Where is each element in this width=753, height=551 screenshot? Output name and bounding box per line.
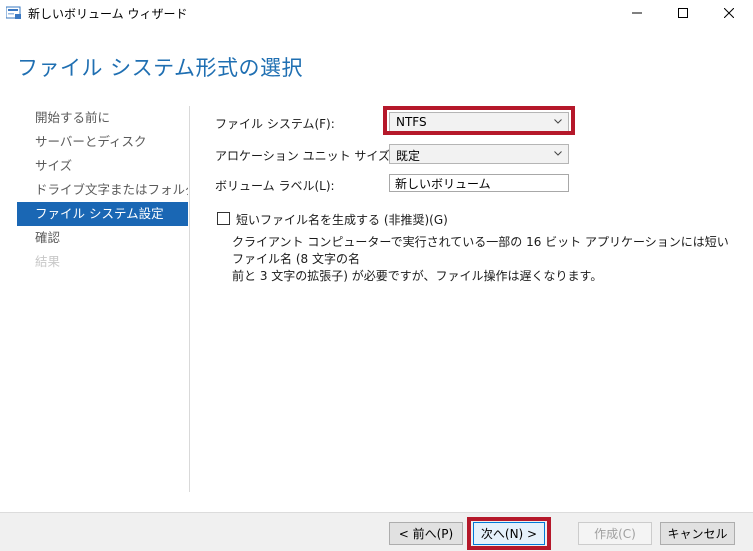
short-file-names-description: クライアント コンピューターで実行されている一部の 16 ビット アプリケーショ…	[232, 234, 732, 285]
title-bar: 新しいボリューム ウィザード	[0, 0, 753, 26]
maximize-button[interactable]	[660, 0, 706, 26]
allocation-unit-dropdown[interactable]: 既定	[389, 144, 569, 164]
wizard-steps-nav: 開始する前に サーバーとディスク サイズ ドライブ文字またはフォルダー ファイル…	[17, 106, 188, 274]
volume-label-label: ボリューム ラベル(L):	[215, 179, 335, 193]
back-button[interactable]: < 前へ(P)	[389, 522, 463, 545]
file-system-highlight	[383, 106, 575, 135]
step-server-and-disk[interactable]: サーバーとディスク	[17, 130, 188, 154]
minimize-button[interactable]	[614, 0, 660, 26]
maximize-icon	[678, 8, 688, 18]
description-line-1: クライアント コンピューターで実行されている一部の 16 ビット アプリケーショ…	[232, 235, 729, 266]
step-confirmation[interactable]: 確認	[17, 226, 188, 250]
wizard-app-icon	[6, 6, 21, 19]
short-file-names-checkbox[interactable]	[217, 212, 230, 225]
cancel-button[interactable]: キャンセル	[660, 522, 735, 545]
close-icon	[724, 8, 734, 18]
minimize-icon	[632, 12, 642, 14]
create-button: 作成(C)	[578, 522, 652, 545]
description-line-2: 前と 3 文字の拡張子) が必要ですが、ファイル操作は遅くなります。	[232, 269, 603, 283]
next-button-highlight	[467, 517, 551, 550]
window-title: 新しいボリューム ウィザード	[28, 7, 188, 21]
page-title: ファイル システム形式の選択	[17, 56, 304, 80]
volume-label-field[interactable]	[390, 175, 568, 191]
short-file-names-label[interactable]: 短いファイル名を生成する (非推奨)(G)	[236, 211, 448, 228]
step-results: 結果	[35, 254, 61, 269]
close-button[interactable]	[706, 0, 752, 26]
sidebar-divider	[189, 106, 190, 492]
allocation-unit-label: アロケーション ユニット サイズ(A):	[215, 149, 412, 163]
volume-label-input[interactable]	[389, 174, 569, 192]
allocation-unit-value: 既定	[396, 149, 421, 163]
file-system-label: ファイル システム(F):	[215, 117, 335, 131]
step-before-you-begin[interactable]: 開始する前に	[17, 106, 188, 130]
step-file-system-settings[interactable]: ファイル システム設定	[17, 202, 188, 226]
chevron-down-icon	[554, 151, 562, 156]
step-size[interactable]: サイズ	[17, 154, 188, 178]
step-drive-letter-or-folder[interactable]: ドライブ文字またはフォルダー	[17, 178, 188, 202]
